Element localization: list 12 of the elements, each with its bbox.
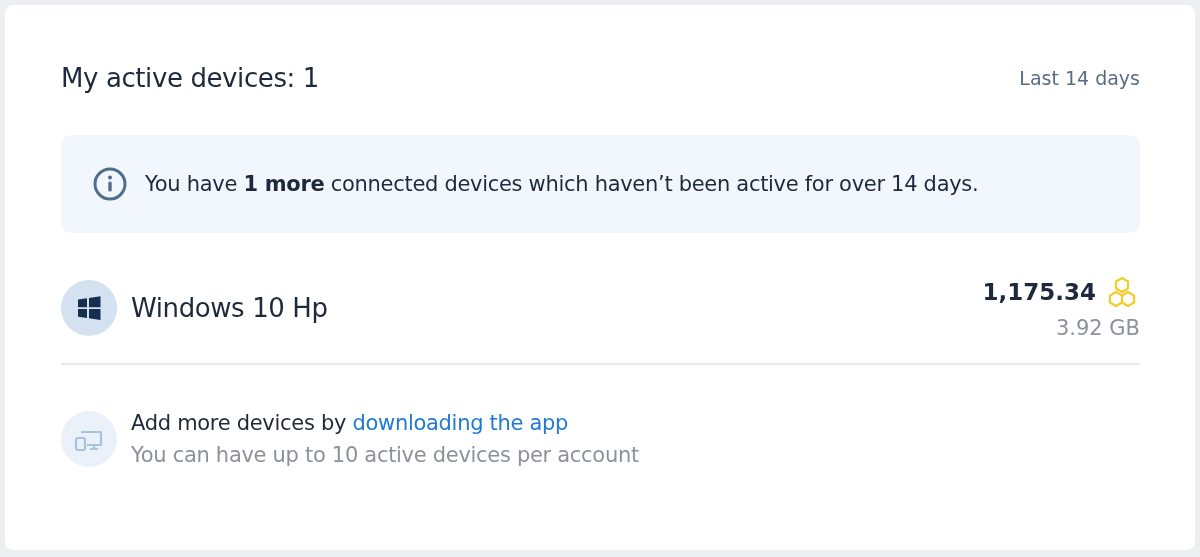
- info-icon: [93, 167, 127, 201]
- download-link[interactable]: downloading the app: [352, 411, 569, 435]
- device-limit-note: You can have up to 10 active devices per account: [131, 443, 639, 467]
- points-value: 1,175.34: [982, 279, 1096, 305]
- devices-icon: [61, 411, 117, 467]
- period-label: Last 14 days: [1019, 67, 1140, 89]
- notice-text: You have 1 more connected devices which haven’t been active for over 14 days.: [145, 172, 979, 196]
- add-devices-text: Add more devices by downloading the app: [131, 411, 570, 435]
- storage-size: 3.92 GB: [1055, 316, 1140, 340]
- card-title: My active devices: 1: [61, 63, 319, 93]
- windows-logo-icon: [61, 280, 117, 336]
- device-name: Windows 10 Hp: [131, 293, 329, 323]
